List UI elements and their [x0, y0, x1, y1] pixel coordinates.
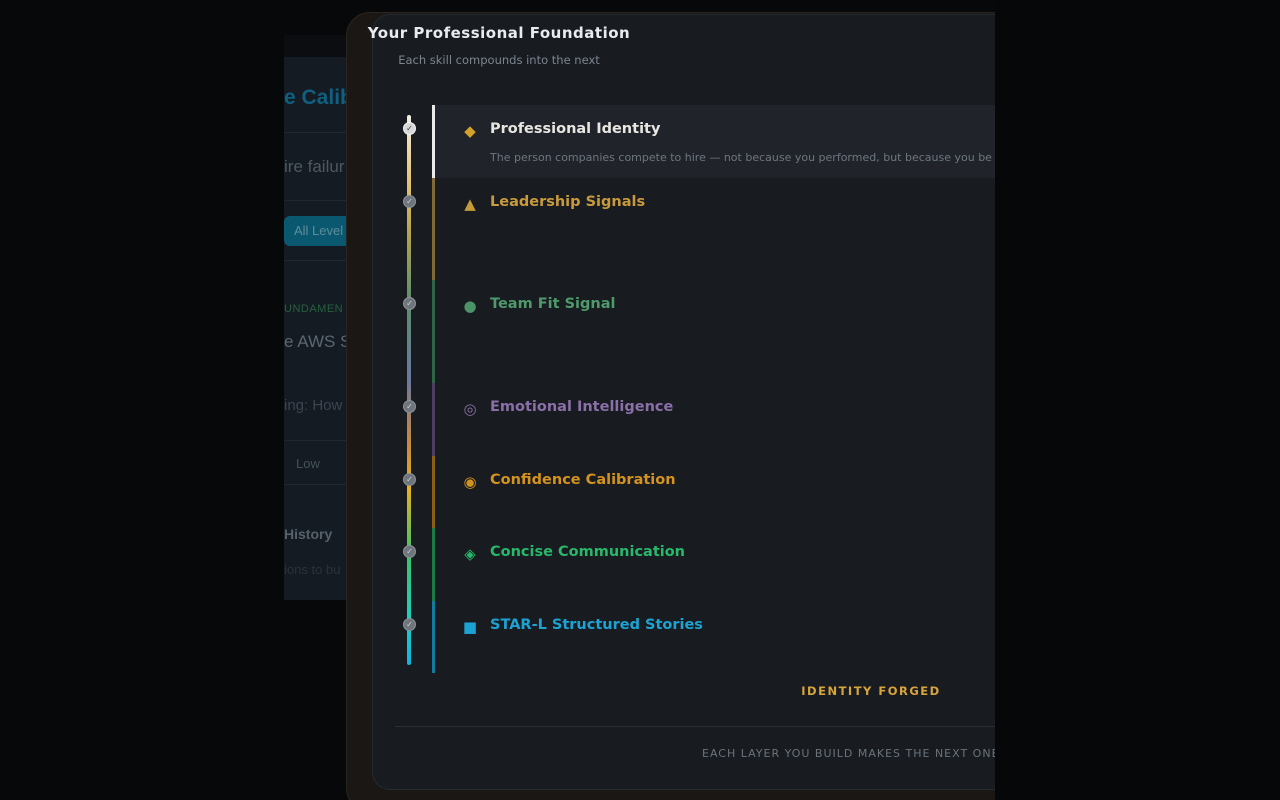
skill-layer-name: Confidence Calibration [490, 472, 676, 488]
circle-icon: ● [463, 297, 477, 315]
skill-layer-name: Professional Identity [490, 121, 661, 137]
skill-layer-name: Leadership Signals [490, 194, 646, 210]
background-history-subtitle: ions to bu [284, 562, 341, 577]
progress-check-icon: ✓ [403, 473, 416, 486]
diamond-icon: ◆ [464, 122, 476, 140]
footer-note: EACH LAYER YOU BUILD MAKES THE NEXT ONE … [702, 747, 995, 760]
screen: e Calib ire failur All Level UNDAMEN e A… [0, 0, 1280, 800]
sun-icon: ◉ [463, 473, 477, 491]
square-icon: ■ [462, 618, 478, 636]
target-icon: ◎ [463, 400, 477, 418]
footer-divider [395, 726, 995, 727]
background-page-title: e Calib [284, 86, 353, 109]
offscreen-mask [995, 0, 1280, 800]
progress-check-icon: ✓ [403, 122, 416, 135]
background-question-title: e AWS Sh [284, 332, 354, 351]
skill-layer-1[interactable]: ◆ Professional Identity The person compani… [432, 105, 998, 178]
background-history-title: History [284, 526, 333, 542]
background-page-subtitle: ire failur [284, 157, 345, 176]
background-category-label: UNDAMEN [284, 303, 344, 315]
skill-layer-name: STAR-L Structured Stories [490, 617, 703, 633]
skill-layer-7[interactable]: ■ STAR-L Structured Stories [432, 601, 998, 673]
progress-check-icon: ✓ [403, 400, 416, 413]
skill-layer-name: Concise Communication [490, 544, 686, 560]
triangle-icon: ▲ [464, 195, 476, 213]
modal-subtitle: Each skill compounds into the next [398, 53, 600, 67]
progress-check-icon: ✓ [403, 195, 416, 208]
skill-layer-name: Emotional Intelligence [490, 399, 674, 415]
background-level-value: Low [296, 456, 320, 471]
skill-layer-6[interactable]: ◈ Concise Communication [432, 528, 998, 601]
skill-layer-2[interactable]: ▲ Leadership Signals [432, 178, 998, 280]
diamond-dot-icon: ◈ [464, 545, 476, 563]
skill-layer-5[interactable]: ◉ Confidence Calibration [432, 456, 998, 528]
progress-check-icon: ✓ [403, 618, 416, 631]
skill-layer-3[interactable]: ● Team Fit Signal [432, 280, 998, 383]
skill-layer-name: Team Fit Signal [490, 296, 616, 312]
skill-layer-4[interactable]: ◎ Emotional Intelligence [432, 383, 998, 456]
modal-title: Your Professional Foundation [367, 24, 631, 42]
progress-check-icon: ✓ [403, 545, 416, 558]
background-question-hint: ing: How [284, 397, 343, 414]
progress-check-icon: ✓ [403, 297, 416, 310]
background-filter-chip-label: All Level [294, 223, 344, 238]
skill-layer-description: The person companies compete to hire — n… [490, 151, 992, 164]
